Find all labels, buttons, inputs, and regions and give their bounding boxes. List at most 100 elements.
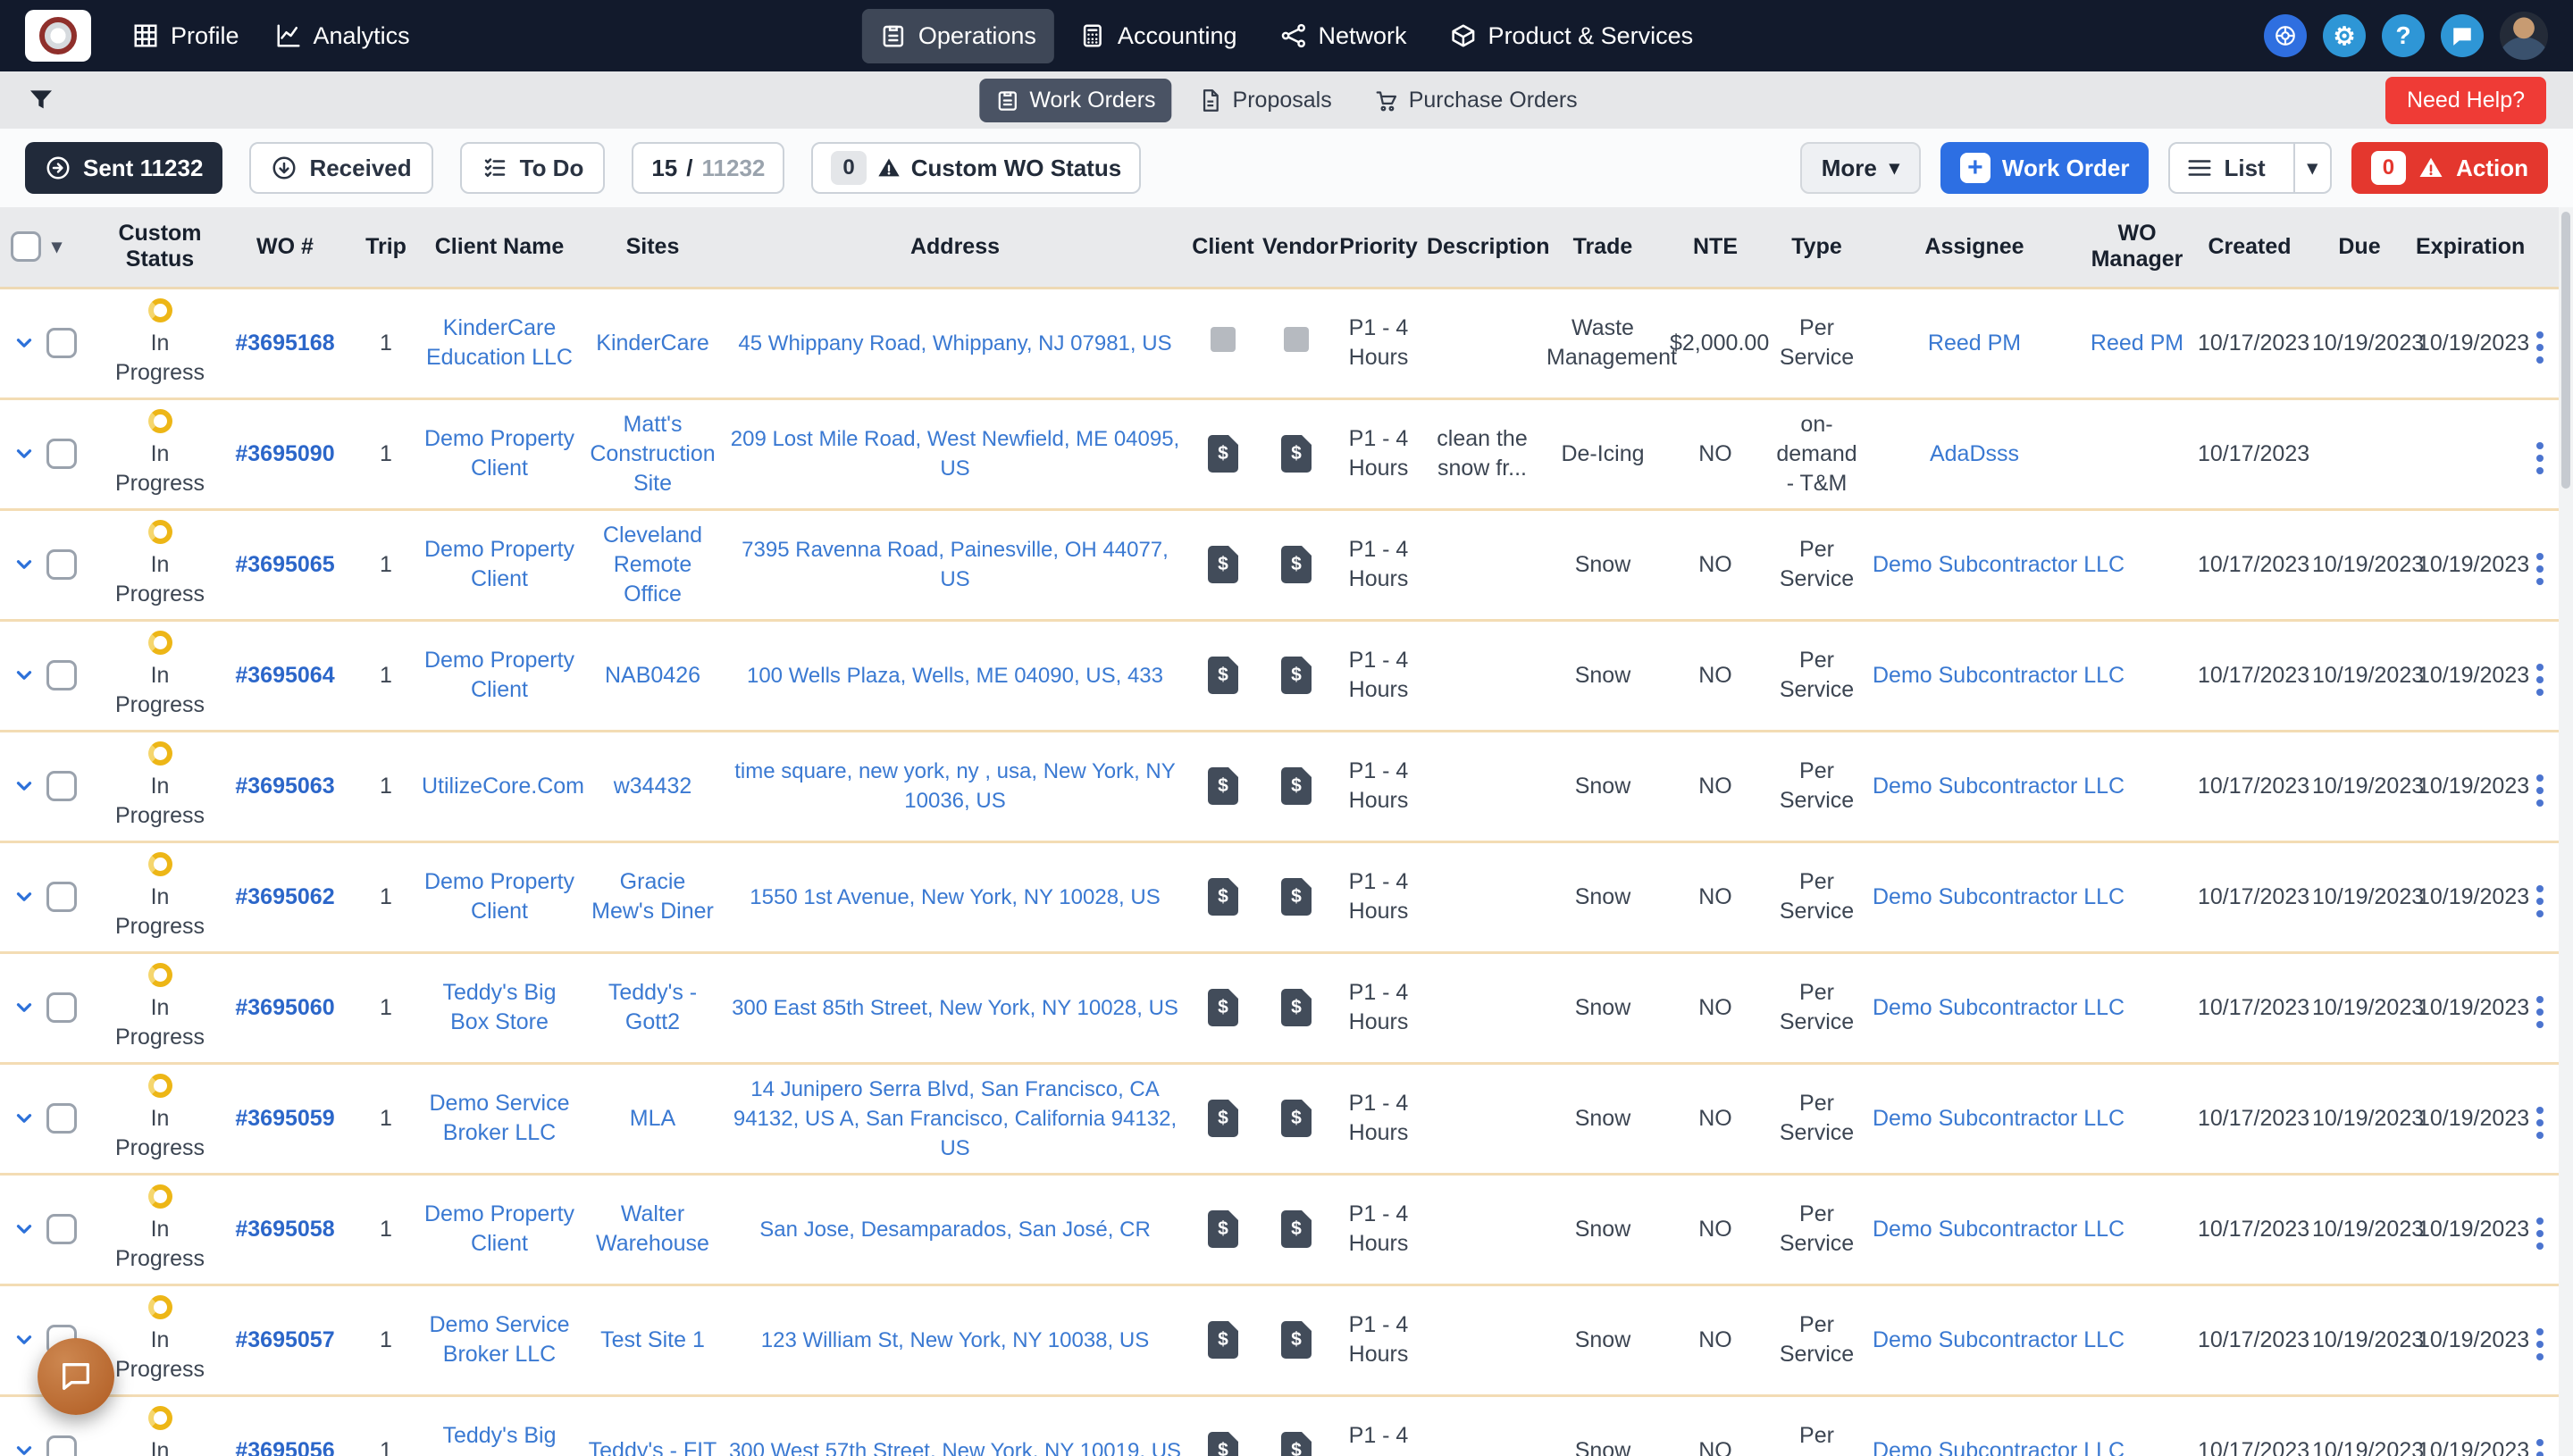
expand-chevron-icon[interactable] (13, 1439, 36, 1456)
site-link[interactable]: Teddy's - FIT (589, 1438, 717, 1456)
assignee-link[interactable]: Demo Subcontractor LLC (1873, 1438, 2125, 1456)
action-button[interactable]: 0 Action (2351, 142, 2548, 194)
col-header-trip[interactable]: Trip (356, 207, 416, 289)
help-button[interactable]: ? (2382, 14, 2425, 57)
custom-wo-status-box[interactable]: 0 Custom WO Status (811, 142, 1142, 194)
site-link[interactable]: Cleveland Remote Office (603, 523, 702, 607)
col-header-description[interactable]: Description (1423, 207, 1550, 289)
assignee-link[interactable]: Demo Subcontractor LLC (1873, 995, 2125, 1020)
expand-chevron-icon[interactable] (13, 331, 36, 355)
expand-chevron-icon[interactable] (13, 1107, 36, 1130)
avatar[interactable] (2500, 12, 2548, 60)
row-menu-kebab-icon[interactable] (2531, 1101, 2549, 1144)
address-link[interactable]: 7395 Ravenna Road, Painesville, OH 44077… (742, 538, 1169, 591)
col-header-vendor[interactable]: Vendor (1259, 207, 1338, 289)
nav-item-accounting[interactable]: Accounting (1061, 9, 1255, 63)
support-button[interactable] (2264, 14, 2307, 57)
todo-filter-button[interactable]: To Do (459, 142, 606, 194)
vendor-doc-icon[interactable] (1281, 989, 1312, 1026)
row-menu-kebab-icon[interactable] (2531, 1323, 2549, 1366)
select-all-checkbox[interactable] (11, 231, 41, 263)
address-link[interactable]: 100 Wells Plaza, Wells, ME 04090, US, 43… (747, 664, 1163, 688)
client-name-link[interactable]: Demo Service Broker LLC (430, 1312, 570, 1367)
received-filter-button[interactable]: Received (249, 142, 433, 194)
wo-number-link[interactable]: #3695063 (235, 774, 334, 799)
assignee-link[interactable]: AdaDsss (1930, 441, 2019, 466)
more-button[interactable]: More ▾ (1799, 142, 1921, 194)
wo-number-link[interactable]: #3695064 (235, 663, 334, 688)
address-link[interactable]: 1550 1st Avenue, New York, NY 10028, US (750, 885, 1160, 909)
assignee-link[interactable]: Demo Subcontractor LLC (1873, 1327, 2125, 1352)
nav-item-network[interactable]: Network (1262, 9, 1425, 63)
col-header-client[interactable]: Client (1187, 207, 1259, 289)
assignee-link[interactable]: Demo Subcontractor LLC (1873, 1106, 2125, 1131)
client-name-link[interactable]: KinderCare Education LLC (426, 315, 573, 370)
row-menu-kebab-icon[interactable] (2531, 1212, 2549, 1255)
address-link[interactable]: 300 East 85th Street, New York, NY 10028… (732, 996, 1178, 1020)
row-checkbox[interactable] (46, 439, 77, 469)
address-link[interactable]: 209 Lost Mile Road, West Newfield, ME 04… (731, 427, 1179, 481)
vendor-doc-icon[interactable] (1284, 326, 1309, 352)
col-header-assignee[interactable]: Assignee (1867, 207, 2082, 289)
expand-chevron-icon[interactable] (13, 885, 36, 908)
list-view-caret[interactable]: ▾ (2292, 144, 2330, 192)
row-menu-kebab-icon[interactable] (2531, 548, 2549, 590)
row-menu-kebab-icon[interactable] (2531, 991, 2549, 1033)
nav-item-analytics[interactable]: Analytics (257, 9, 428, 63)
client-doc-icon[interactable] (1208, 1210, 1238, 1248)
vendor-doc-icon[interactable] (1281, 435, 1312, 473)
client-name-link[interactable]: Teddy's Big Box Store (442, 1423, 556, 1456)
filter-button[interactable] (27, 86, 55, 114)
wo-number-link[interactable]: #3695090 (235, 441, 334, 466)
expand-chevron-icon[interactable] (13, 664, 36, 687)
nav-item-product-services[interactable]: Product & Services (1432, 9, 1712, 63)
vendor-doc-icon[interactable] (1281, 1210, 1312, 1248)
chat-button[interactable] (2441, 14, 2484, 57)
col-header-expiration[interactable]: Expiration (2412, 207, 2525, 289)
list-view-main[interactable]: List (2170, 144, 2281, 192)
vendor-doc-icon[interactable] (1281, 1321, 1312, 1359)
assignee-link[interactable]: Demo Subcontractor LLC (1873, 663, 2125, 688)
client-doc-icon[interactable] (1208, 435, 1238, 473)
add-work-order-button[interactable]: + Work Order (1940, 142, 2150, 194)
wo-number-link[interactable]: #3695056 (235, 1438, 334, 1456)
assignee-link[interactable]: Demo Subcontractor LLC (1873, 1217, 2125, 1242)
wo-number-link[interactable]: #3695062 (235, 884, 334, 909)
nav-item-operations[interactable]: Operations (861, 8, 1054, 63)
client-name-link[interactable]: Demo Property Client (424, 869, 574, 924)
client-name-link[interactable]: Demo Property Client (424, 1201, 574, 1256)
row-menu-kebab-icon[interactable] (2531, 326, 2549, 369)
vendor-doc-icon[interactable] (1281, 546, 1312, 583)
assignee-link[interactable]: Demo Subcontractor LLC (1873, 552, 2125, 577)
wo-number-link[interactable]: #3695060 (235, 995, 334, 1020)
row-menu-kebab-icon[interactable] (2531, 880, 2549, 923)
assignee-link[interactable]: Reed PM (1928, 331, 2021, 356)
col-header-due[interactable]: Due (2307, 207, 2412, 289)
vendor-doc-icon[interactable] (1281, 1100, 1312, 1137)
site-link[interactable]: w34432 (614, 774, 692, 799)
row-menu-kebab-icon[interactable] (2531, 769, 2549, 812)
address-link[interactable]: San Jose, Desamparados, San José, CR (759, 1218, 1151, 1242)
col-header-priority[interactable]: Priority (1334, 207, 1423, 289)
expand-chevron-icon[interactable] (13, 1218, 36, 1241)
col-header-nte[interactable]: NTE (1664, 207, 1766, 289)
row-checkbox[interactable] (46, 660, 77, 690)
client-doc-icon[interactable] (1208, 1321, 1238, 1359)
address-link[interactable]: 123 William St, New York, NY 10038, US (761, 1328, 1149, 1352)
row-checkbox[interactable] (46, 328, 77, 358)
nav-item-profile[interactable]: Profile (114, 9, 257, 63)
row-checkbox[interactable] (46, 1103, 77, 1134)
settings-button[interactable]: ⚙ (2323, 14, 2366, 57)
client-name-link[interactable]: UtilizeCore.Com (422, 774, 584, 799)
vendor-doc-icon[interactable] (1281, 878, 1312, 916)
row-checkbox[interactable] (46, 1435, 77, 1456)
client-name-link[interactable]: Demo Service Broker LLC (430, 1091, 570, 1145)
col-header-address[interactable]: Address (723, 207, 1187, 289)
sent-filter-button[interactable]: Sent 11232 (25, 142, 223, 194)
chat-launcher-button[interactable] (38, 1338, 114, 1415)
row-checkbox[interactable] (46, 1214, 77, 1244)
expand-chevron-icon[interactable] (13, 774, 36, 798)
client-doc-icon[interactable] (1208, 1432, 1238, 1456)
row-menu-kebab-icon[interactable] (2531, 658, 2549, 701)
client-doc-icon[interactable] (1208, 989, 1238, 1026)
